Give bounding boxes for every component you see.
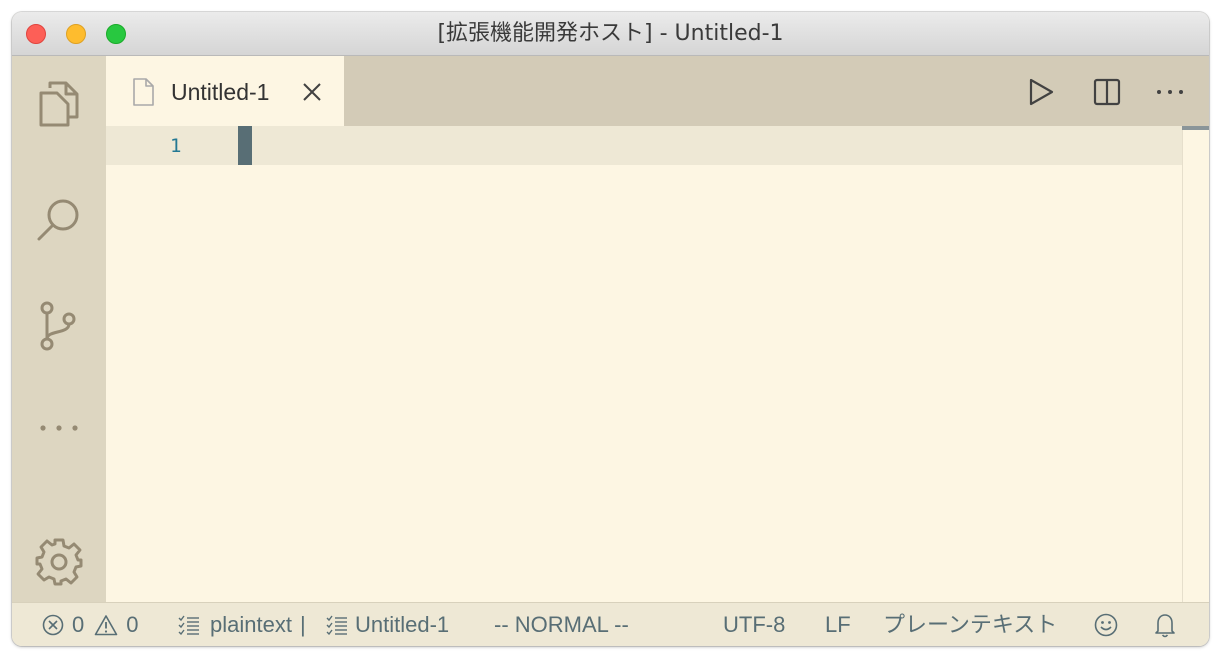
title-bar: [拡張機能開発ホスト] - Untitled-1 [12, 12, 1209, 56]
window-title: [拡張機能開発ホスト] - Untitled-1 [437, 21, 784, 46]
current-line-highlight [106, 126, 1182, 165]
encoding-indicator[interactable]: UTF-8 [723, 603, 785, 646]
source-control-icon[interactable] [33, 300, 85, 352]
language-id-label: plaintext [210, 611, 292, 637]
search-icon[interactable] [33, 194, 85, 246]
problems-indicator[interactable]: 0 0 [42, 603, 139, 646]
error-icon [42, 614, 64, 635]
file-name-indicator[interactable]: Untitled-1 [326, 603, 449, 646]
editor-tab-bar: Untitled-1 [106, 56, 1209, 126]
close-tab-icon[interactable] [302, 82, 322, 102]
status-bar: 0 0 plaintext | Untitled-1 -- NORMAL -- … [12, 602, 1209, 646]
line-number: 1 [170, 135, 182, 157]
notifications-bell-icon[interactable] [1154, 603, 1176, 646]
split-editor-icon[interactable] [1091, 76, 1123, 108]
run-icon[interactable] [1024, 76, 1056, 108]
status-separator: | [299, 611, 306, 637]
explorer-icon[interactable] [33, 78, 85, 130]
more-icon[interactable] [33, 402, 85, 454]
error-count: 0 [72, 611, 85, 637]
feedback-smiley-icon[interactable] [1094, 603, 1118, 646]
list-icon [178, 615, 199, 635]
tab-label: Untitled-1 [171, 79, 270, 105]
eol-indicator[interactable]: LF [825, 603, 851, 646]
tab-untitled-1[interactable]: Untitled-1 [106, 56, 344, 126]
activity-bar [12, 56, 106, 602]
file-icon [133, 78, 154, 106]
vertical-scrollbar[interactable] [1182, 126, 1209, 602]
list-icon [326, 615, 347, 635]
language-id-indicator[interactable]: plaintext | [178, 603, 306, 646]
file-name-label: Untitled-1 [355, 611, 450, 637]
vim-mode-indicator: -- NORMAL -- [494, 611, 629, 637]
language-mode-indicator[interactable]: プレーンテキスト [883, 603, 1057, 646]
block-cursor [238, 126, 252, 165]
settings-gear-icon[interactable] [33, 536, 85, 588]
scrollbar-position-indicator [1182, 126, 1209, 130]
more-actions-icon[interactable] [1154, 76, 1186, 108]
editor-area[interactable]: 1 [106, 126, 1209, 602]
warning-icon [94, 614, 118, 635]
vscode-window: [拡張機能開発ホスト] - Untitled-1 Untitled-1 1 0 … [12, 12, 1209, 646]
warning-count: 0 [126, 611, 139, 637]
